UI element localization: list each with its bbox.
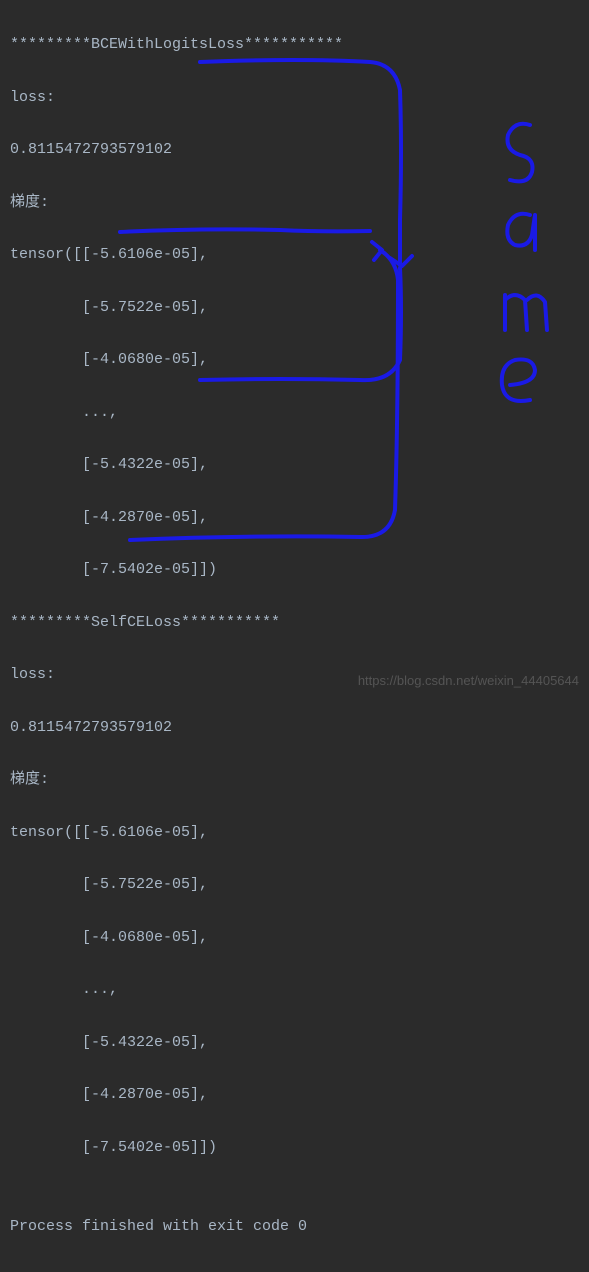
output-line: 梯度: <box>10 767 579 793</box>
output-line: [-4.0680e-05], <box>10 347 579 373</box>
output-line: tensor([[-5.6106e-05], <box>10 820 579 846</box>
output-line: tensor([[-5.6106e-05], <box>10 242 579 268</box>
output-line: ..., <box>10 400 579 426</box>
output-line: 0.8115472793579102 <box>10 137 579 163</box>
output-line: [-7.5402e-05]]) <box>10 557 579 583</box>
output-line: [-4.0680e-05], <box>10 925 579 951</box>
exit-message: Process finished with exit code 0 <box>10 1214 579 1240</box>
output-line: loss: <box>10 85 579 111</box>
terminal-output: *********BCEWithLogitsLoss*********** lo… <box>0 0 589 1272</box>
output-line: 0.8115472793579102 <box>10 715 579 741</box>
output-line: [-5.7522e-05], <box>10 872 579 898</box>
output-line: [-4.2870e-05], <box>10 505 579 531</box>
output-line: [-5.4322e-05], <box>10 452 579 478</box>
watermark-text: https://blog.csdn.net/weixin_44405644 <box>358 673 579 688</box>
output-line: 梯度: <box>10 190 579 216</box>
output-line: *********SelfCELoss*********** <box>10 610 579 636</box>
output-line: ..., <box>10 977 579 1003</box>
output-line: [-5.4322e-05], <box>10 1030 579 1056</box>
output-line: *********BCEWithLogitsLoss*********** <box>10 32 579 58</box>
output-line: [-5.7522e-05], <box>10 295 579 321</box>
output-line: [-7.5402e-05]]) <box>10 1135 579 1161</box>
output-line: [-4.2870e-05], <box>10 1082 579 1108</box>
